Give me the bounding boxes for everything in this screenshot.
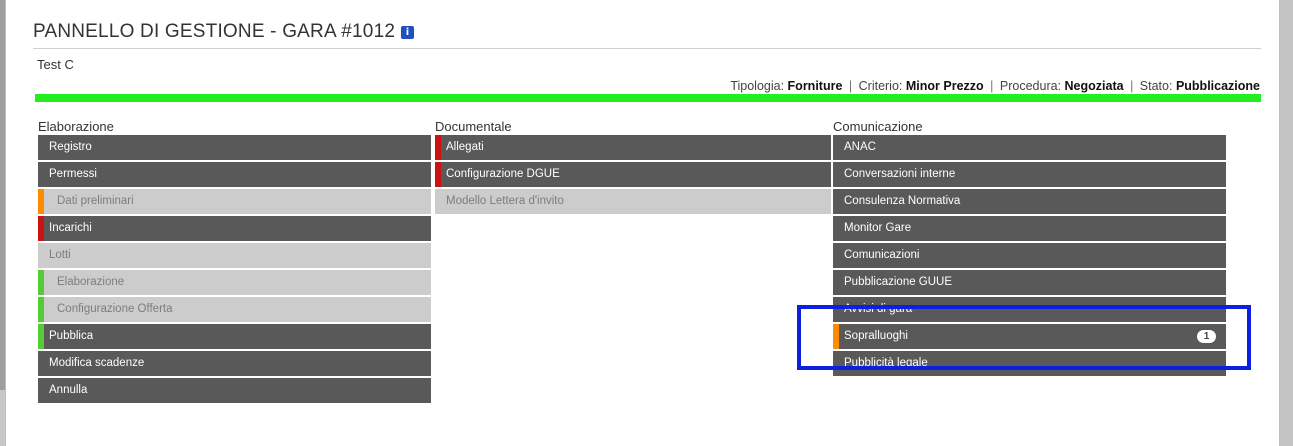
menu-item-label: Allegati	[446, 141, 484, 153]
menu-item-sopralluoghi[interactable]: Sopralluoghi 1	[833, 324, 1226, 349]
meta-separator: |	[1130, 79, 1134, 93]
menu-item-elaborazione[interactable]: Elaborazione	[38, 270, 431, 295]
column-elaborazione: Elaborazione Registro Permessi Dati prelim…	[38, 119, 431, 405]
menu-item-avvisi-di-gara[interactable]: Avvisi di gara	[833, 297, 1226, 322]
stato-value: Pubblicazione	[1175, 79, 1260, 93]
menu-item-label: Avvisi di gara	[844, 303, 913, 315]
menu-item-label: Permessi	[49, 168, 97, 180]
menu-item-label: Dati preliminari	[57, 195, 134, 207]
menu-item-label: Elaborazione	[57, 276, 125, 288]
menu-comunicazione: ANAC Conversazioni interne Consulenza Norm…	[833, 135, 1226, 376]
menu-item-pubblicita-legale[interactable]: Pubblicità legale	[833, 351, 1226, 376]
menu-item-label: Incarichi	[49, 222, 92, 234]
menu-item-configurazione-dgue[interactable]: Configurazione DGUE	[435, 162, 831, 187]
menu-item-lotti[interactable]: Lotti	[38, 243, 431, 268]
menu-item-permessi[interactable]: Permessi	[38, 162, 431, 187]
menu-item-label: Comunicazioni	[844, 249, 920, 261]
menu-item-label: Registro	[49, 141, 92, 153]
menu-item-pubblica[interactable]: Pubblica	[38, 324, 431, 349]
menu-item-configurazione-offerta[interactable]: Configurazione Offerta	[38, 297, 431, 322]
page-title: PANNELLO DI GESTIONE - GARA #1012 i	[33, 21, 415, 43]
progress-bar-fill	[35, 94, 1261, 102]
menu-item-dati-preliminari[interactable]: Dati preliminari	[38, 189, 431, 214]
menu-item-anac[interactable]: ANAC	[833, 135, 1226, 160]
menu-item-label: Conversazioni interne	[844, 168, 956, 180]
tipologia-value: Forniture	[787, 79, 843, 93]
menu-item-label: Annulla	[49, 384, 88, 396]
menu-item-label: Sopralluoghi	[844, 330, 908, 342]
progress-bar	[35, 94, 1261, 102]
menu-item-label: Pubblicazione GUUE	[844, 276, 953, 288]
count-badge: 1	[1197, 330, 1216, 343]
menu-item-label: Modello Lettera d'invito	[446, 195, 564, 207]
menu-item-label: Pubblicità legale	[844, 357, 928, 369]
menu-item-label: Lotti	[49, 249, 71, 261]
menu-documentale: Allegati Configurazione DGUE Modello Lette…	[435, 135, 831, 214]
menu-item-incarichi[interactable]: Incarichi	[38, 216, 431, 241]
meta-separator: |	[848, 79, 853, 93]
menu-item-allegati[interactable]: Allegati	[435, 135, 831, 160]
menu-item-modifica-scadenze[interactable]: Modifica scadenze	[38, 351, 431, 376]
menu-elaborazione: Registro Permessi Dati preliminari Incarich…	[38, 135, 431, 403]
menu-item-label: Modifica scadenze	[49, 357, 145, 369]
column-title-documentale: Documentale	[435, 119, 512, 134]
vertical-scrollbar[interactable]	[1280, 0, 1293, 446]
menu-item-label: Configurazione Offerta	[57, 303, 173, 315]
title-divider	[33, 48, 1261, 49]
column-comunicazione: Comunicazione ANAC Conversazioni interne C…	[833, 119, 1226, 378]
procedura-label: Procedura:	[999, 79, 1062, 93]
menu-item-pubblicazione-guue[interactable]: Pubblicazione GUUE	[833, 270, 1226, 295]
procedura-value: Negoziata	[1064, 79, 1124, 93]
tender-meta: Tipologia: Forniture | Criterio: Minor P…	[730, 79, 1260, 93]
menu-item-label: Monitor Gare	[844, 222, 912, 234]
tipologia-label: Tipologia:	[730, 79, 785, 93]
menu-item-label: Configurazione DGUE	[446, 168, 560, 180]
criterio-label: Criterio:	[858, 79, 903, 93]
tender-subtitle: Test C	[37, 57, 74, 72]
menu-item-modello-lettera-d-invito[interactable]: Modello Lettera d'invito	[435, 189, 831, 214]
menu-item-registro[interactable]: Registro	[38, 135, 431, 160]
info-icon[interactable]: i	[401, 26, 415, 39]
menu-item-comunicazioni[interactable]: Comunicazioni	[833, 243, 1226, 268]
criterio-value: Minor Prezzo	[905, 79, 984, 93]
column-documentale: Documentale Allegati Configurazione DGUE M…	[435, 119, 831, 216]
meta-separator: |	[990, 79, 994, 93]
column-title-comunicazione: Comunicazione	[833, 119, 923, 134]
column-title-elaborazione: Elaborazione	[38, 119, 114, 134]
menu-item-label: Pubblica	[49, 330, 94, 342]
menu-item-monitor-gare[interactable]: Monitor Gare	[833, 216, 1226, 241]
menu-item-consulenza-normativa[interactable]: Consulenza Normativa	[833, 189, 1226, 214]
menu-item-annulla[interactable]: Annulla	[38, 378, 431, 403]
menu-item-label: ANAC	[844, 141, 876, 153]
page-title-text: PANNELLO DI GESTIONE - GARA #1012	[33, 21, 396, 42]
menu-item-label: Consulenza Normativa	[844, 195, 961, 207]
menu-item-conversazioni-interne[interactable]: Conversazioni interne	[833, 162, 1226, 187]
stato-label: Stato:	[1139, 79, 1173, 93]
